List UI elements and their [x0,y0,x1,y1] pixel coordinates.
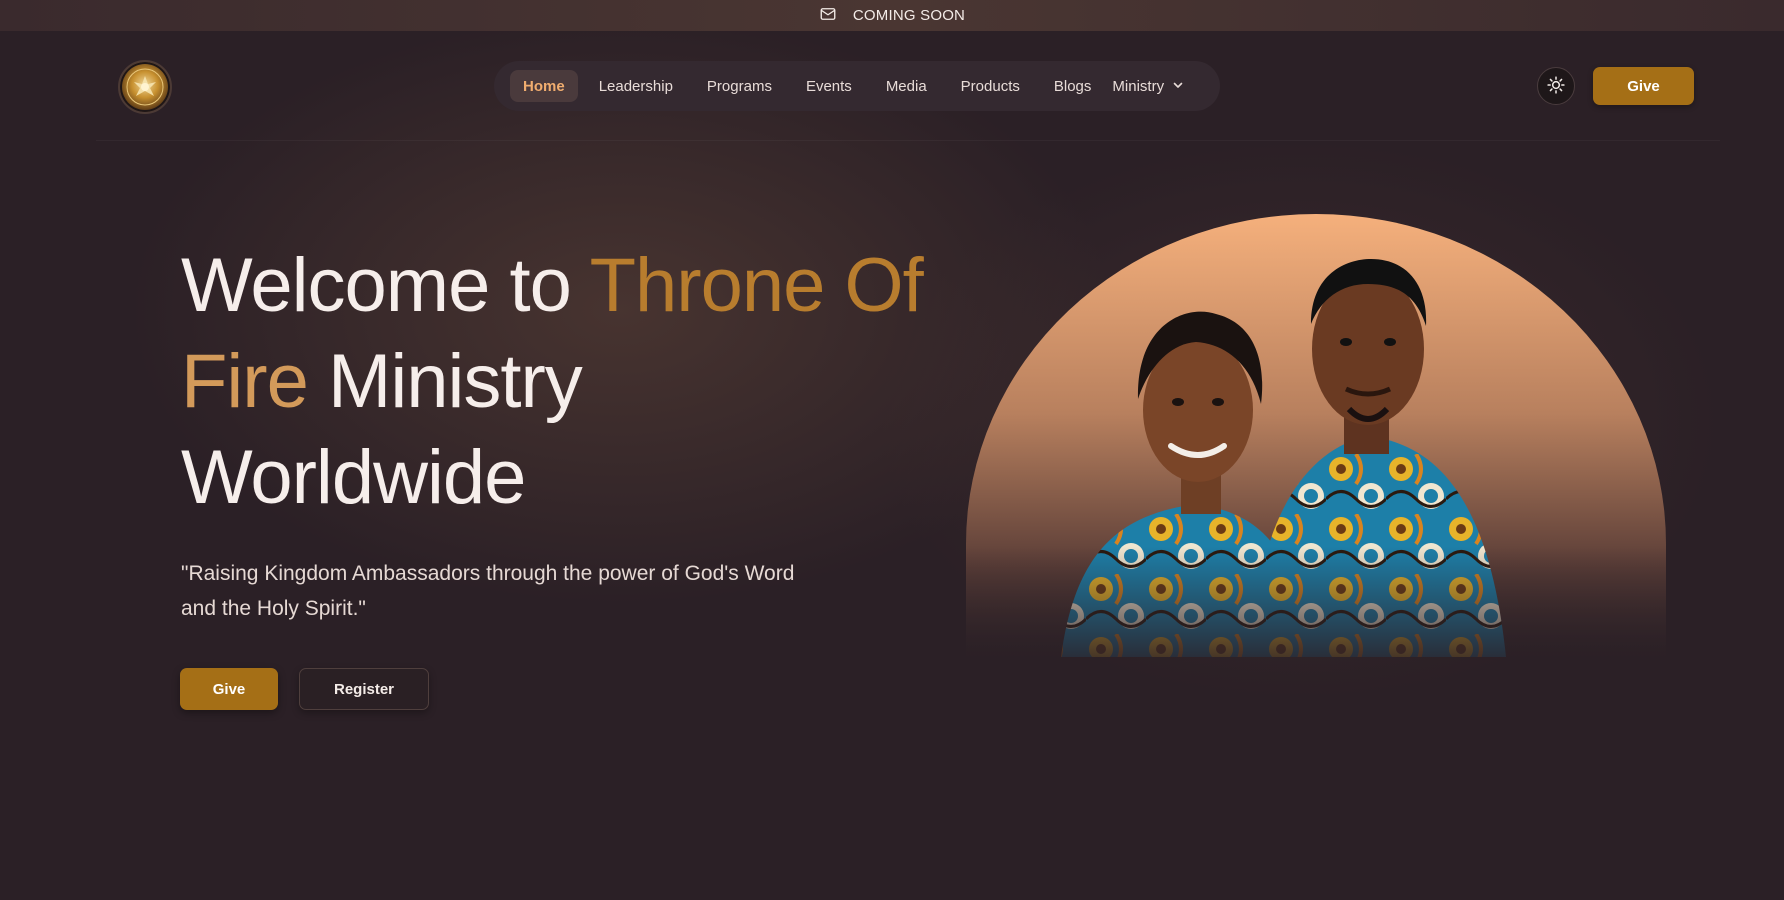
main-nav: Home Leadership Programs Events Media Pr… [494,61,1220,111]
hero-title-accent2: Fire [181,339,309,424]
sun-icon [1546,75,1566,98]
hero-title-part2: Ministry [307,339,583,424]
nav-item-products[interactable]: Products [944,70,1037,102]
chevron-down-icon [1172,78,1184,95]
hero-give-button[interactable]: Give [180,668,278,710]
announcement-text: COMING SOON [852,7,966,24]
nav-item-ministry-label: Ministry [1112,77,1165,95]
announcement-bar: COMING SOON [0,0,1784,31]
hero-image [966,214,1666,657]
nav-item-leadership[interactable]: Leadership [582,70,690,102]
hero-title-accent1: Throne Of [589,243,924,328]
hero-register-button[interactable]: Register [299,668,429,710]
hero-title: Welcome to Throne Of Fire Ministry Worldwi… [181,238,981,526]
nav-item-media[interactable]: Media [869,70,944,102]
ministry-logo[interactable] [118,60,172,114]
header-give-button[interactable]: Give [1593,67,1694,105]
hero-title-part3: Worldwide [181,435,526,520]
nav-item-programs[interactable]: Programs [690,70,789,102]
nav-item-blogs[interactable]: Blogs [1037,70,1109,102]
nav-item-events[interactable]: Events [789,70,869,102]
theme-toggle-button[interactable] [1537,67,1575,105]
hero-title-part1: Welcome to [181,243,590,328]
hero-tagline: "Raising Kingdom Ambassadors through the… [181,562,795,620]
nav-item-home[interactable]: Home [510,70,578,102]
nav-item-ministry[interactable]: Ministry [1108,70,1188,102]
page: COMING SOON Home Leadership Programs Eve… [0,0,1784,900]
mail-icon [819,5,837,27]
site-header: Home Leadership Programs Events Media Pr… [96,31,1720,141]
